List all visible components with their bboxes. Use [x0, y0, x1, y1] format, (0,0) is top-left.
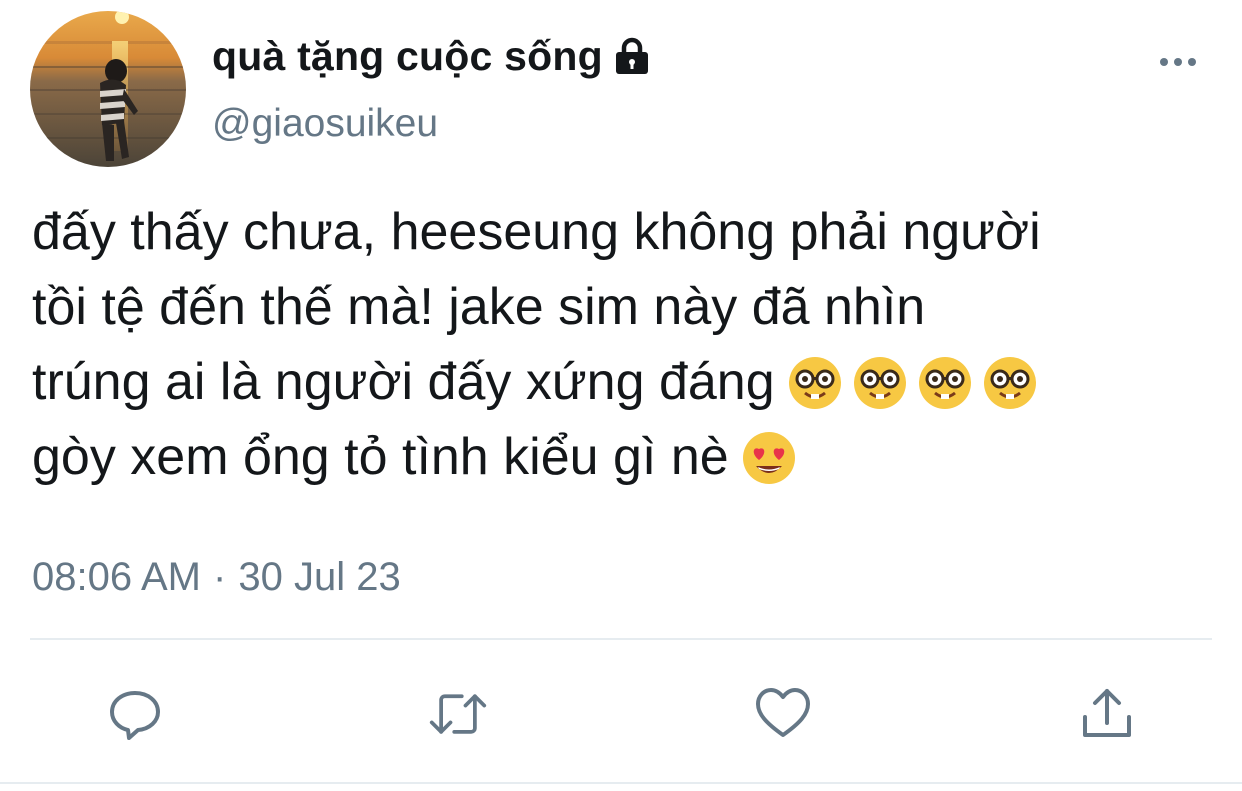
tweet-line: gòy xem ổng tỏ tình kiểu gì nè	[32, 420, 1232, 495]
nerd-face-emoji-icon	[982, 355, 1038, 411]
avatar-image	[30, 11, 186, 167]
tweet-line-text: đấy thấy chưa, heeseung không phải người	[32, 203, 1041, 261]
more-options-icon[interactable]	[1156, 50, 1200, 74]
tweet-timestamp[interactable]: 08:06 AM · 30 Jul 23	[32, 555, 401, 600]
share-icon	[1083, 689, 1131, 737]
tweet-date: 30 Jul 23	[238, 555, 401, 599]
heart-icon	[756, 688, 810, 737]
divider	[30, 638, 1212, 640]
tweet-line: trúng ai là người đấy xứng đáng	[32, 345, 1232, 420]
avatar[interactable]	[30, 11, 186, 167]
reply-button[interactable]	[105, 684, 165, 744]
user-handle[interactable]: @giaosuikeu	[212, 102, 438, 146]
tweet-line-text: tồi tệ đến thế mà! jake sim này đã nhìn	[32, 278, 926, 336]
retweet-icon	[429, 694, 487, 734]
lock-icon	[611, 35, 653, 77]
reply-icon	[110, 691, 160, 740]
bottom-divider	[0, 782, 1242, 784]
nerd-face-emoji-icon	[787, 355, 843, 411]
tweet-line: đấy thấy chưa, heeseung không phải người	[32, 195, 1232, 270]
retweet-button[interactable]	[428, 684, 488, 744]
display-name[interactable]: quà tặng cuộc sống	[212, 33, 603, 80]
nerd-face-emoji-icon	[917, 355, 973, 411]
tweet-line-text: gòy xem ổng tỏ tình kiểu gì nè	[32, 428, 729, 486]
like-button[interactable]	[753, 684, 813, 744]
heart-eyes-emoji-icon	[741, 430, 797, 486]
tweet-line-text: trúng ai là người đấy xứng đáng	[32, 353, 775, 411]
timestamp-separator: ·	[213, 555, 227, 599]
tweet-time: 08:06 AM	[32, 555, 202, 599]
tweet-line: tồi tệ đến thế mà! jake sim này đã nhìn	[32, 270, 1232, 345]
user-name-row: quà tặng cuộc sống	[212, 28, 653, 84]
tweet-text: đấy thấy chưa, heeseung không phải người…	[32, 195, 1232, 495]
nerd-face-emoji-icon	[852, 355, 908, 411]
share-button[interactable]	[1077, 684, 1137, 744]
